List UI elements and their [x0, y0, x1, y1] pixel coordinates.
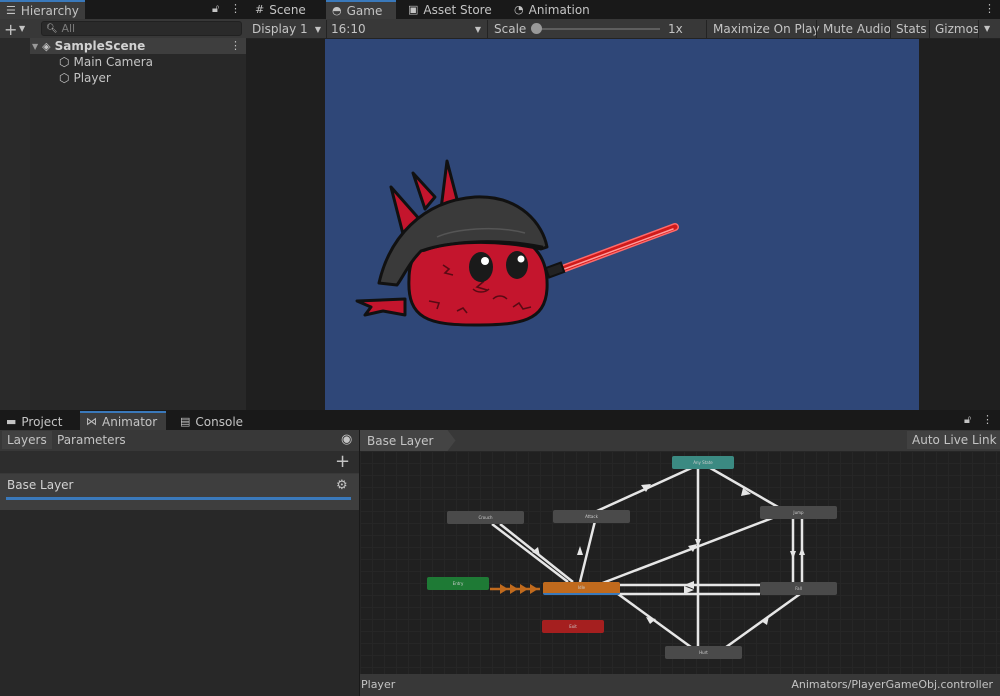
aspect-dropdown[interactable]: 16:10 ▼ [326, 20, 486, 38]
hierarchy-tab-label: Hierarchy [20, 3, 79, 18]
eye-icon[interactable]: ◉ [341, 432, 352, 447]
layers-toolbar [0, 451, 359, 473]
state-exit[interactable]: Exit [542, 620, 604, 633]
tab-hierarchy[interactable]: ☰ Hierarchy [0, 0, 85, 19]
add-layer-icon[interactable]: + [335, 451, 350, 472]
display-label: Display 1 [252, 22, 308, 36]
auto-live-link-button[interactable]: Auto Live Link [907, 431, 1000, 449]
graph-header [360, 430, 1000, 451]
expand-arrow-icon[interactable]: ▼ [32, 42, 38, 51]
transition-arrows [490, 463, 805, 652]
status-controller-path: Animators/PlayerGameObj.controller [791, 678, 993, 691]
layers-empty-area [0, 510, 359, 696]
display-dropdown[interactable]: Display 1 ▼ [247, 20, 325, 38]
console-icon: ▤ [180, 415, 191, 428]
tab-animator[interactable]: ⋈ Animator [80, 411, 166, 430]
mute-audio-button[interactable]: Mute Audio [818, 20, 896, 38]
gizmos-dropdown-icon[interactable]: ▼ [984, 24, 990, 33]
gamepad-icon: ◓ [332, 4, 342, 17]
scene-row[interactable]: ▼ ◈ SampleScene [32, 38, 145, 54]
hierarchy-item-player[interactable]: ⬡ Player [59, 70, 111, 86]
tab-scene[interactable]: # Scene [249, 0, 317, 19]
unity-scene-icon: ◈ [42, 39, 51, 53]
layers-tab[interactable]: Layers [2, 431, 52, 449]
state-crouch[interactable]: Crouch [447, 511, 524, 524]
folder-icon: ▬ [6, 415, 17, 428]
cube-icon: ⬡ [59, 55, 70, 69]
hierarchy-search-input[interactable]: 🔍︎ All [41, 21, 242, 36]
hierarchy-item-main-camera[interactable]: ⬡ Main Camera [59, 54, 153, 70]
gizmos-button[interactable]: Gizmos [930, 20, 984, 38]
aspect-label: 16:10 [331, 22, 366, 36]
tab-console[interactable]: ▤ Console [174, 412, 246, 431]
breadcrumb[interactable]: Base Layer [360, 430, 456, 451]
layer-name: Base Layer [7, 478, 74, 492]
list-icon: ☰ [6, 4, 16, 17]
tab-project[interactable]: ▬ Project [0, 412, 72, 431]
scale-slider-thumb[interactable] [531, 23, 542, 34]
state-any-state[interactable]: Any State [672, 456, 734, 469]
divider [978, 20, 979, 38]
divider [816, 20, 817, 38]
divider [706, 20, 707, 38]
tab-animation-label: Animation [528, 2, 590, 17]
breadcrumb-label: Base Layer [367, 433, 434, 448]
scale-slider-track[interactable] [537, 28, 660, 30]
shopping-bag-icon: ▣ [408, 3, 419, 16]
maximize-on-play-button[interactable]: Maximize On Play [708, 20, 825, 38]
kebab-menu-icon[interactable]: ⋮ [982, 414, 993, 425]
lock-icon[interactable]: 🔓︎ [212, 3, 219, 14]
gear-icon[interactable]: ⚙ [336, 478, 348, 493]
kebab-menu-icon[interactable]: ⋮ [230, 3, 241, 14]
hierarchy-tree-bg [30, 38, 246, 410]
state-hurt[interactable]: Hurt [665, 646, 742, 659]
state-entry[interactable]: Entry [427, 577, 489, 590]
tab-console-label: Console [195, 414, 244, 429]
hierarchy-item-label: Player [73, 71, 111, 85]
scale-value: 1x [668, 22, 683, 36]
player-character-sprite [355, 159, 679, 327]
state-idle[interactable]: Idle [543, 582, 620, 595]
dropdown-arrow-icon: ▼ [314, 24, 321, 34]
grid-icon: # [255, 3, 265, 16]
search-icon: 🔍︎ [46, 23, 58, 34]
state-attack[interactable]: Attack [553, 510, 630, 523]
tab-asset-store[interactable]: ▣ Asset Store [402, 0, 497, 19]
add-icon[interactable]: + [4, 20, 17, 39]
layer-weight-bar [6, 497, 351, 500]
chevron-down-icon[interactable]: ▼ [19, 24, 25, 33]
clock-icon: ◔ [514, 3, 524, 16]
status-object-name: Player [361, 678, 396, 691]
cube-icon: ⬡ [59, 71, 70, 85]
hierarchy-gutter [0, 38, 30, 410]
hierarchy-item-label: Main Camera [73, 55, 154, 69]
divider [487, 20, 488, 38]
dropdown-arrow-icon: ▼ [474, 24, 481, 34]
tab-animation[interactable]: ◔ Animation [508, 0, 598, 19]
animator-icon: ⋈ [86, 415, 97, 428]
tab-game-label: Game [346, 3, 383, 18]
tab-animator-label: Animator [102, 414, 158, 429]
state-fall[interactable]: Fall [760, 582, 837, 595]
lock-icon[interactable]: 🔓︎ [964, 414, 971, 425]
scene-name: SampleScene [54, 39, 146, 53]
scale-label: Scale [494, 22, 527, 36]
tab-project-label: Project [21, 414, 63, 429]
parameters-tab[interactable]: Parameters [52, 431, 131, 449]
kebab-menu-icon[interactable]: ⋮ [984, 3, 995, 14]
stats-button[interactable]: Stats [891, 20, 932, 38]
scene-menu-icon[interactable]: ⋮ [230, 40, 241, 51]
state-jump[interactable]: Jump [760, 506, 837, 519]
tab-asset-store-label: Asset Store [423, 2, 492, 17]
tab-scene-label: Scene [269, 2, 306, 17]
state-machine-graph[interactable]: Any State Crouch Attack Jump Entry Idle … [360, 451, 1000, 674]
search-placeholder: All [61, 22, 76, 35]
tab-game[interactable]: ◓ Game [326, 0, 396, 19]
game-viewport[interactable] [325, 39, 919, 410]
